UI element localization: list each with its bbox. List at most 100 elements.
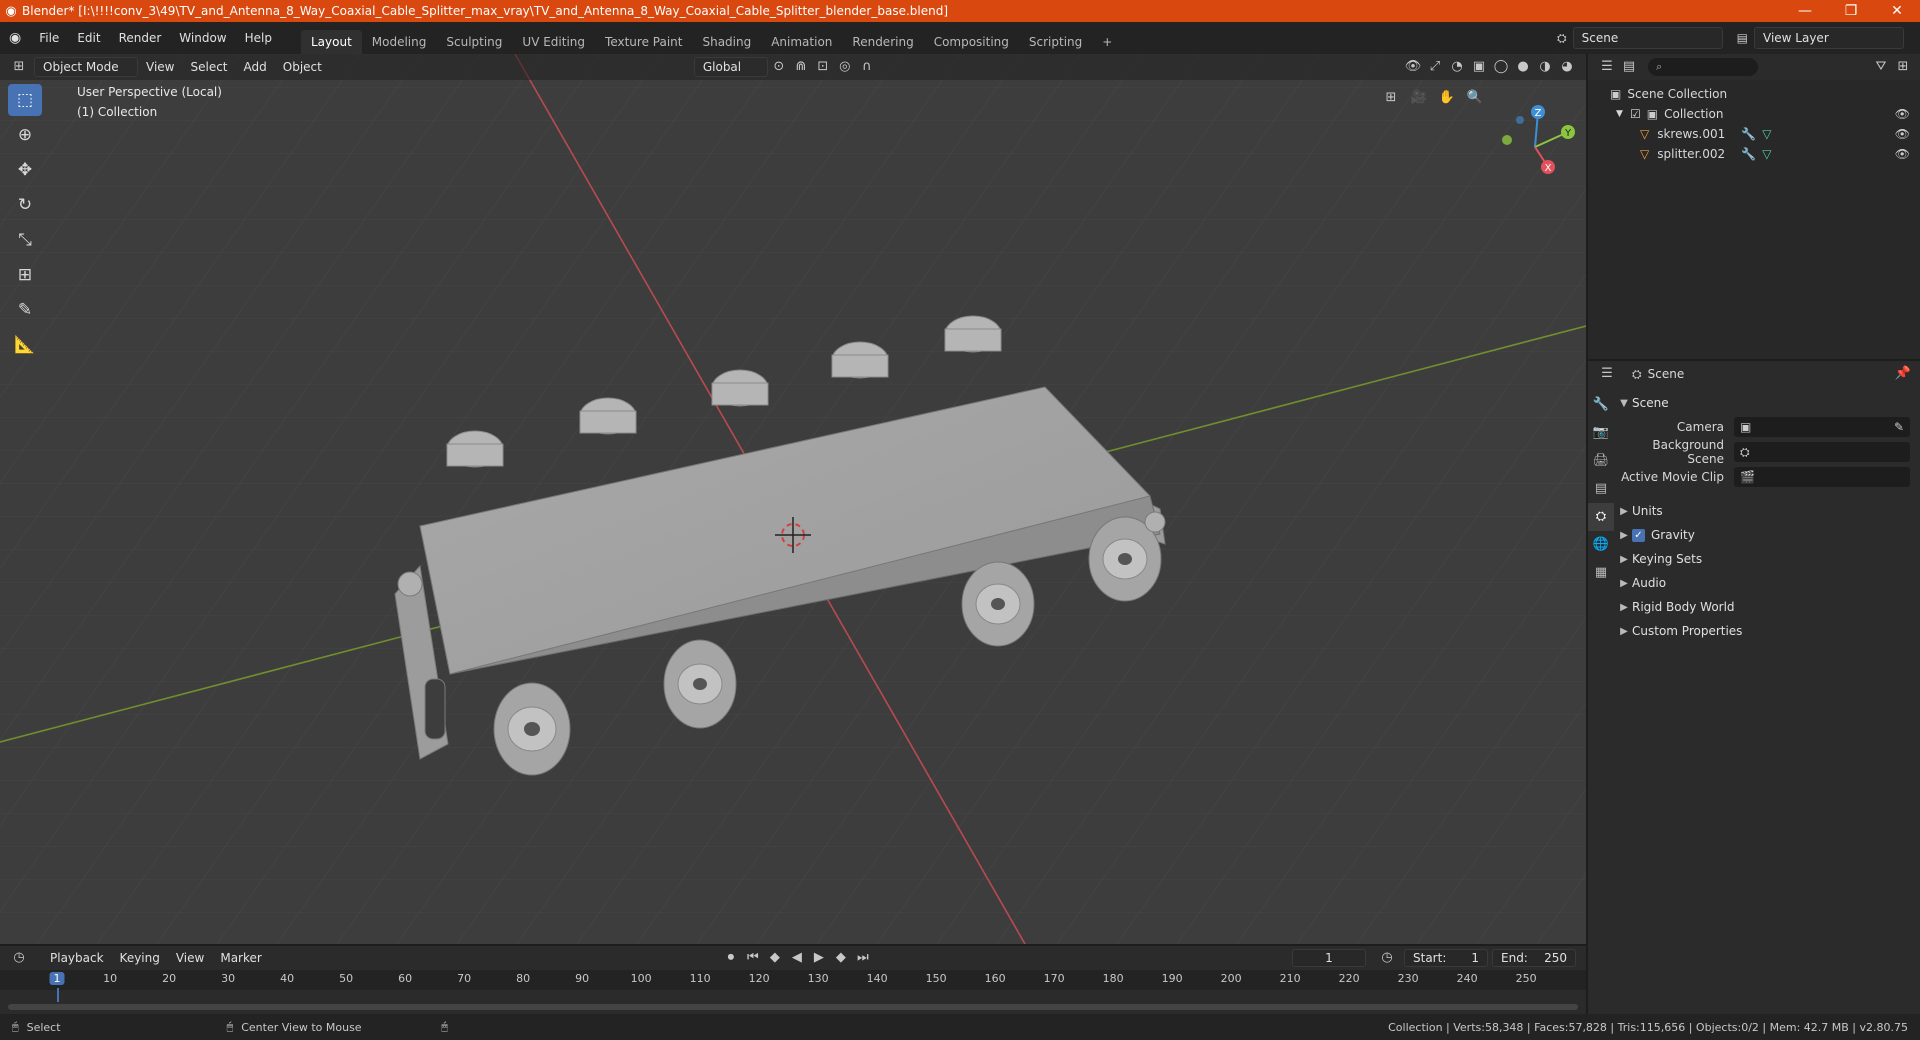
measure-tool-icon[interactable]: 📐 (8, 329, 42, 361)
end-frame-field[interactable]: End: 250 (1492, 949, 1576, 967)
mesh-data-icon[interactable]: ▽ (1762, 127, 1771, 141)
overlay-toggle-icon[interactable]: ◔ (1446, 57, 1468, 77)
tab-modeling[interactable]: Modeling (362, 30, 437, 54)
outliner-object-row[interactable]: ▽ skrews.001 🔧 ▽ 👁 (1588, 124, 1920, 144)
camera-field[interactable]: ▣ ✎ (1734, 417, 1910, 437)
move-tool-icon[interactable]: ✥ (8, 154, 42, 186)
transform-orientation-selector[interactable]: Global (693, 57, 768, 77)
modifier-icon[interactable]: 🔧 (1741, 127, 1756, 141)
gravity-checkbox[interactable]: ✓ (1632, 528, 1645, 542)
outliner-scene-collection[interactable]: ▣ Scene Collection (1588, 84, 1920, 104)
outliner-editor-icon[interactable]: ☰ (1596, 57, 1618, 77)
expand-arrow-icon[interactable]: ▶ (1616, 602, 1632, 613)
menu-help[interactable]: Help (236, 22, 281, 54)
tool-tab-icon[interactable]: 🔧 (1588, 391, 1614, 419)
select-box-icon[interactable]: ⬚ (8, 84, 42, 116)
visibility-eye-icon[interactable]: 👁 (1895, 127, 1910, 141)
proportional-edit-icon[interactable]: ◎ (834, 57, 856, 77)
restore-button[interactable]: ❐ (1828, 3, 1874, 19)
eyedropper-icon[interactable]: ✎ (1894, 420, 1904, 434)
menu-playback[interactable]: Playback (42, 951, 112, 965)
visibility-eye-icon[interactable]: 👁 (1895, 107, 1910, 121)
timeline-scrollbar[interactable] (8, 1004, 1578, 1010)
menu-object[interactable]: Object (275, 60, 330, 74)
gravity-panel-header[interactable]: ▶ ✓ Gravity (1616, 523, 1916, 547)
camera-view-icon[interactable]: 🎥 (1408, 88, 1430, 108)
next-keyframe-icon[interactable]: ◆ (830, 948, 852, 968)
expand-arrow-icon[interactable]: ▼ (1616, 109, 1630, 119)
snap-icon[interactable]: ⋒ (790, 57, 812, 77)
editor-type-icon[interactable]: ⊞ (8, 57, 30, 77)
outliner-object-row[interactable]: ▽ splitter.002 🔧 ▽ 👁 (1588, 144, 1920, 164)
menu-window[interactable]: Window (170, 22, 235, 54)
menu-render[interactable]: Render (110, 22, 171, 54)
output-tab-icon[interactable]: 🖨 (1588, 447, 1614, 475)
filter-icon[interactable]: ⛛ (1870, 57, 1892, 77)
background-scene-field[interactable]: ⛭ (1734, 442, 1910, 462)
annotate-tool-icon[interactable]: ✎ (8, 294, 42, 326)
timeline-editor-icon[interactable]: ◷ (8, 948, 30, 968)
menu-edit[interactable]: Edit (68, 22, 109, 54)
gizmo-toggle-icon[interactable]: ⤢ (1424, 57, 1446, 77)
pin-icon[interactable]: 📌 (1892, 364, 1914, 384)
tab-uv-editing[interactable]: UV Editing (512, 30, 595, 54)
scene-panel-header[interactable]: ▼ Scene (1616, 391, 1916, 415)
start-frame-field[interactable]: Start: 1 (1404, 949, 1488, 967)
scene-selector[interactable]: Scene (1572, 27, 1723, 49)
outliner-collection[interactable]: ▼ ☑ ▣ Collection 👁 (1588, 104, 1920, 124)
expand-arrow-icon[interactable]: ▶ (1616, 506, 1632, 517)
tab-compositing[interactable]: Compositing (924, 30, 1019, 54)
scale-tool-icon[interactable]: ⤡ (8, 224, 42, 256)
pivot-point-icon[interactable]: ⊙ (768, 57, 790, 77)
pan-hand-icon[interactable]: ✋ (1436, 88, 1458, 108)
expand-arrow-icon[interactable]: ▶ (1616, 530, 1632, 541)
menu-marker[interactable]: Marker (212, 951, 269, 965)
xray-toggle-icon[interactable]: ▣ (1468, 57, 1490, 77)
record-icon[interactable]: ⏺ (720, 948, 742, 968)
menu-timeline-view[interactable]: View (168, 951, 212, 965)
active-movie-clip-field[interactable]: 🎬 (1734, 467, 1910, 487)
keying-sets-panel-header[interactable]: ▶ Keying Sets (1616, 547, 1916, 571)
3d-viewport[interactable]: ⊞ Object Mode View Select Add Object Glo… (0, 54, 1586, 944)
menu-keying[interactable]: Keying (112, 951, 168, 965)
menu-select[interactable]: Select (182, 60, 235, 74)
material-shading-icon[interactable]: ◑ (1534, 57, 1556, 77)
jump-start-icon[interactable]: ⏮ (742, 948, 764, 968)
falloff-icon[interactable]: ∩ (856, 57, 878, 77)
add-workspace-button[interactable]: + (1092, 30, 1122, 54)
mesh-data-icon[interactable]: ▽ (1762, 147, 1771, 161)
minimize-button[interactable]: — (1782, 3, 1828, 19)
snap-target-icon[interactable]: ⊡ (812, 57, 834, 77)
outliner-search-input[interactable]: ⌕ (1648, 58, 1758, 76)
visibility-icon[interactable]: 👁 (1402, 57, 1424, 77)
transform-tool-icon[interactable]: ⊞ (8, 259, 42, 291)
play-reverse-icon[interactable]: ◀ (786, 948, 808, 968)
mode-selector[interactable]: Object Mode (34, 57, 138, 77)
expand-arrow-icon[interactable]: ▶ (1616, 578, 1632, 589)
current-frame-field[interactable]: 1 (1292, 949, 1366, 967)
zoom-icon[interactable]: 🔍 (1464, 88, 1486, 108)
texture-tab-icon[interactable]: ▦ (1588, 559, 1614, 587)
display-mode-icon[interactable]: ▤ (1618, 57, 1640, 77)
collapse-arrow-icon[interactable]: ▼ (1616, 398, 1632, 409)
menu-view[interactable]: View (138, 60, 182, 74)
timeline-ruler[interactable]: 1 10 20 30 40 50 60 70 80 90 100 110 120 130 140 150 160… (0, 970, 1586, 1002)
play-icon[interactable]: ▶ (808, 948, 830, 968)
menu-file[interactable]: File (30, 22, 68, 54)
view-layer-selector[interactable]: View Layer (1754, 27, 1904, 49)
tab-layout[interactable]: Layout (300, 30, 362, 54)
view-layer-tab-icon[interactable]: ▤ (1588, 475, 1614, 503)
world-tab-icon[interactable]: 🌐 (1588, 531, 1614, 559)
rigid-body-world-panel-header[interactable]: ▶ Rigid Body World (1616, 595, 1916, 619)
grid-view-icon[interactable]: ⊞ (1380, 88, 1402, 108)
tab-rendering[interactable]: Rendering (842, 30, 923, 54)
cursor-tool-icon[interactable]: ⊕ (8, 119, 42, 151)
jump-end-icon[interactable]: ⏭ (852, 948, 874, 968)
playhead-line[interactable] (57, 988, 59, 1002)
blender-menu-icon[interactable]: ◉ (0, 22, 30, 54)
tab-scripting[interactable]: Scripting (1019, 30, 1092, 54)
rotate-tool-icon[interactable]: ↻ (8, 189, 42, 221)
wireframe-shading-icon[interactable]: ◯ (1490, 57, 1512, 77)
tab-shading[interactable]: Shading (692, 30, 761, 54)
scene-tab-icon[interactable]: ⛭ (1588, 503, 1614, 531)
